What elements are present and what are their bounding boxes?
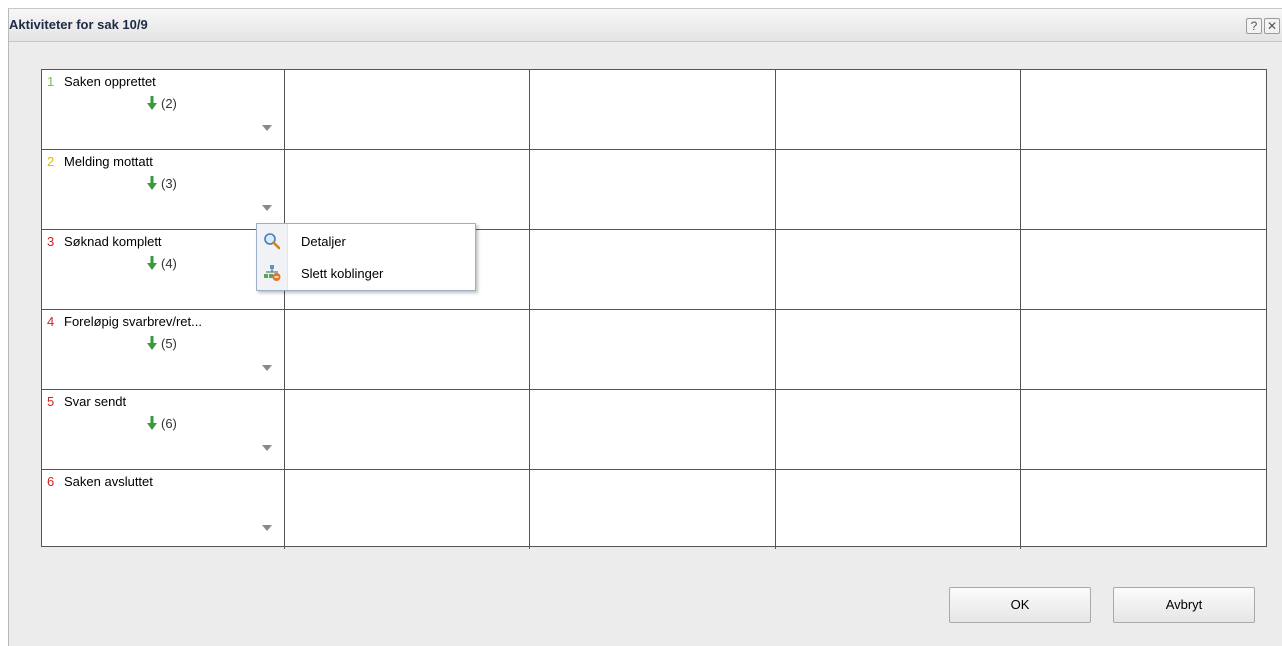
activity-label: Saken avsluttet: [64, 474, 153, 489]
activity-row: 1 Saken opprettet (2): [42, 70, 1266, 150]
ok-button[interactable]: OK: [949, 587, 1091, 623]
chevron-down-icon[interactable]: [262, 365, 272, 371]
activity-cell: 3 Søknad komplett (4): [42, 229, 285, 310]
next-activity-link[interactable]: (5): [147, 336, 177, 351]
activity-row: 6 Saken avsluttet: [42, 469, 1266, 549]
close-button[interactable]: ✕: [1264, 18, 1280, 34]
chevron-down-icon[interactable]: [262, 525, 272, 531]
activity-row: 3 Søknad komplett (4): [42, 229, 1266, 310]
magnifier-icon: [263, 232, 281, 250]
activity-grid: 1 Saken opprettet (2) 2 Melding mottatt (3) 3 S…: [41, 69, 1267, 549]
chevron-down-icon[interactable]: [262, 205, 272, 211]
activity-label: Saken opprettet: [64, 74, 156, 89]
dialog-titlebar: Aktiviteter for sak 10/9 ? ✕: [9, 9, 1282, 42]
menu-item-label: Detaljer: [301, 234, 346, 249]
help-button[interactable]: ?: [1246, 18, 1262, 34]
down-arrow-icon: [147, 256, 157, 270]
activity-label: Foreløpig svarbrev/ret...: [64, 314, 202, 329]
context-menu: Detaljer Slett koblinger: [256, 223, 476, 291]
activity-number: 3: [47, 234, 55, 249]
chevron-down-icon[interactable]: [262, 445, 272, 451]
down-arrow-icon: [147, 336, 157, 350]
delete-links-icon: [263, 264, 281, 282]
activity-label: Søknad komplett: [64, 234, 162, 249]
grid-cell: [529, 469, 776, 549]
menu-item-slett-koblinger[interactable]: Slett koblinger: [257, 258, 475, 288]
activity-item[interactable]: 4 Foreløpig svarbrev/ret... (5): [42, 310, 284, 388]
down-arrow-icon: [147, 416, 157, 430]
next-activity-number: (4): [161, 256, 177, 271]
grid-cell: [1020, 309, 1266, 390]
grid-cell: [774, 229, 1022, 310]
down-arrow-icon: [147, 96, 157, 110]
activity-number: 4: [47, 314, 55, 329]
activity-item[interactable]: 3 Søknad komplett (4): [42, 230, 284, 308]
grid-cell: [529, 149, 776, 230]
grid-cell: [1020, 70, 1266, 150]
grid-cell: [283, 149, 531, 230]
dialog-title: Aktiviteter for sak 10/9: [9, 17, 148, 32]
grid-cell: [1020, 469, 1266, 549]
cancel-button[interactable]: Avbryt: [1113, 587, 1255, 623]
grid-cell: [283, 309, 531, 390]
activity-cell: 6 Saken avsluttet: [42, 469, 285, 549]
activity-number: 6: [47, 474, 55, 489]
grid-cell: [529, 389, 776, 470]
grid-cell: [1020, 389, 1266, 470]
grid-cell: [283, 389, 531, 470]
next-activity-link[interactable]: (4): [147, 256, 177, 271]
activity-row: 5 Svar sendt (6): [42, 389, 1266, 470]
grid-cell: [529, 229, 776, 310]
next-activity-number: (2): [161, 96, 177, 111]
activity-row: 4 Foreløpig svarbrev/ret... (5): [42, 309, 1266, 390]
activity-cell: 5 Svar sendt (6): [42, 389, 285, 470]
activity-cell: 1 Saken opprettet (2): [42, 70, 285, 150]
activity-item[interactable]: 2 Melding mottatt (3): [42, 150, 284, 228]
activity-item[interactable]: 6 Saken avsluttet: [42, 470, 284, 548]
grid-cell: [1020, 149, 1266, 230]
grid-cell: [774, 389, 1022, 470]
down-arrow-icon: [147, 176, 157, 190]
activity-cell: 4 Foreløpig svarbrev/ret... (5): [42, 309, 285, 390]
activity-table: 1 Saken opprettet (2) 2 Melding mottatt (3) 3 S…: [42, 70, 1266, 549]
activity-item[interactable]: 1 Saken opprettet (2): [42, 70, 284, 148]
activity-number: 2: [47, 154, 55, 169]
grid-cell: [774, 149, 1022, 230]
activity-label: Melding mottatt: [64, 154, 153, 169]
next-activity-link[interactable]: (2): [147, 96, 177, 111]
grid-cell: [774, 309, 1022, 390]
activity-row: 2 Melding mottatt (3): [42, 149, 1266, 230]
next-activity-link[interactable]: (3): [147, 176, 177, 191]
dialog: Aktiviteter for sak 10/9 ? ✕ 1 Saken oppr…: [8, 8, 1282, 646]
activity-number: 5: [47, 394, 55, 409]
activity-cell: 2 Melding mottatt (3): [42, 149, 285, 230]
grid-cell: [774, 70, 1022, 150]
next-activity-number: (3): [161, 176, 177, 191]
chevron-down-icon[interactable]: [262, 125, 272, 131]
next-activity-number: (6): [161, 416, 177, 431]
grid-cell: [283, 469, 531, 549]
menu-item-detaljer[interactable]: Detaljer: [257, 226, 475, 256]
grid-cell: [529, 309, 776, 390]
activity-label: Svar sendt: [64, 394, 127, 409]
grid-cell: [529, 70, 776, 150]
grid-cell: [774, 469, 1022, 549]
grid-cell: [283, 70, 531, 150]
next-activity-number: (5): [161, 336, 177, 351]
activity-item[interactable]: 5 Svar sendt (6): [42, 390, 284, 468]
menu-item-label: Slett koblinger: [301, 266, 384, 281]
grid-cell: [1020, 229, 1266, 310]
activity-number: 1: [47, 74, 55, 89]
next-activity-link[interactable]: (6): [147, 416, 177, 431]
